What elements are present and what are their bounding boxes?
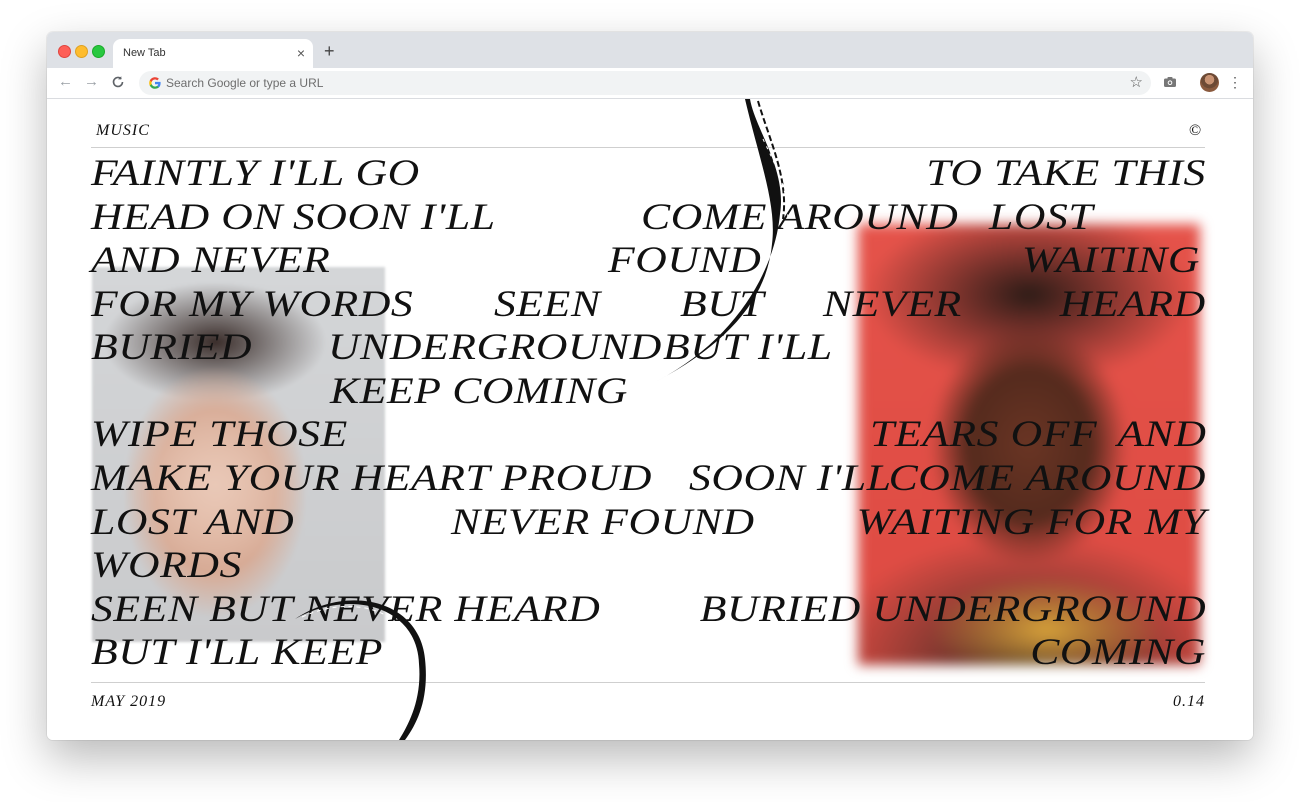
lyric-word: WAITING — [1021, 240, 1200, 281]
lyric-word: LOST AND — [91, 502, 295, 543]
maximize-window-button[interactable] — [92, 45, 105, 58]
page-counter: 0.14 — [1173, 693, 1205, 710]
lyric-word: BUT I'LL KEEP — [91, 632, 383, 673]
date-label: MAY 2019 — [91, 693, 167, 710]
copyright-icon: © — [1189, 122, 1203, 139]
tab-close-icon[interactable]: × — [297, 45, 305, 61]
tab-strip: New Tab × + — [47, 32, 1253, 69]
lyric-word: NEVER FOUND — [451, 502, 755, 543]
menu-icon[interactable]: ⋮ — [1228, 72, 1242, 92]
avatar[interactable] — [1200, 73, 1219, 92]
lyric-word: UNDERGROUND — [328, 327, 662, 368]
lyric-word: KEEP COMING — [330, 371, 628, 412]
close-window-button[interactable] — [58, 45, 71, 58]
google-icon — [149, 77, 161, 89]
lyric-word: FAINTLY I'LL GO — [91, 153, 420, 194]
lyric-word: SEEN BUT NEVER HEARD — [91, 589, 601, 630]
lyric-word: TO TAKE THIS — [926, 153, 1206, 194]
lyric-word: SEEN — [494, 284, 601, 325]
forward-icon[interactable]: → — [84, 72, 99, 92]
lyric-word: SOON I'LL — [689, 458, 892, 499]
lyric-word: BUT I'LL — [663, 327, 833, 368]
lyric-word: AND — [1116, 414, 1206, 455]
lyric-word: FOUND — [608, 240, 762, 281]
lyric-word: COME AROUND — [641, 197, 959, 238]
lyric-word: COMING — [1030, 632, 1206, 673]
lyric-word: WAITING FOR MY — [856, 502, 1206, 543]
lyric-word: HEARD — [1059, 284, 1206, 325]
lyric-word: LOST — [989, 197, 1094, 238]
lyric-word: COME AROUND — [888, 458, 1206, 499]
lyric-word: AND NEVER — [91, 240, 331, 281]
browser-window: New Tab × + ← → Search Google or type a … — [47, 32, 1253, 740]
lyric-word: SOON I'LL — [293, 197, 496, 238]
tab-title: New Tab — [123, 47, 166, 59]
address-placeholder: Search Google or type a URL — [166, 76, 324, 90]
tab-new-tab[interactable]: New Tab × — [113, 39, 313, 69]
lyric-word: BURIED UNDERGROUND — [699, 589, 1206, 630]
camera-icon[interactable] — [1163, 75, 1177, 89]
reload-icon[interactable] — [111, 72, 125, 95]
lyric-word: FOR MY WORDS — [91, 284, 414, 325]
address-bar[interactable]: Search Google or type a URL ☆ — [139, 71, 1151, 95]
minimize-window-button[interactable] — [75, 45, 88, 58]
toolbar: ← → Search Google or type a URL ☆ ⋮ — [47, 68, 1253, 99]
lyric-word: MAKE YOUR HEART PROUD — [91, 458, 652, 499]
lyric-word: WIPE THOSE — [91, 414, 348, 455]
lyric-word: NEVER — [823, 284, 962, 325]
back-icon[interactable]: ← — [58, 72, 73, 92]
lyric-word: BURIED — [91, 327, 253, 368]
star-icon[interactable]: ☆ — [1130, 73, 1143, 91]
page-content: MUSIC © FAINTLY I'LL GO TO TAKE THIS HEA… — [47, 99, 1253, 740]
bottom-divider — [91, 682, 1205, 683]
section-label-music: MUSIC — [96, 122, 150, 139]
lyric-word: BUT — [680, 284, 765, 325]
new-tab-button[interactable]: + — [324, 41, 335, 61]
top-divider — [91, 147, 1205, 148]
lyric-word: TEARS OFF — [870, 414, 1098, 455]
lyric-word: HEAD ON — [91, 197, 284, 238]
lyric-word: WORDS — [91, 545, 242, 586]
